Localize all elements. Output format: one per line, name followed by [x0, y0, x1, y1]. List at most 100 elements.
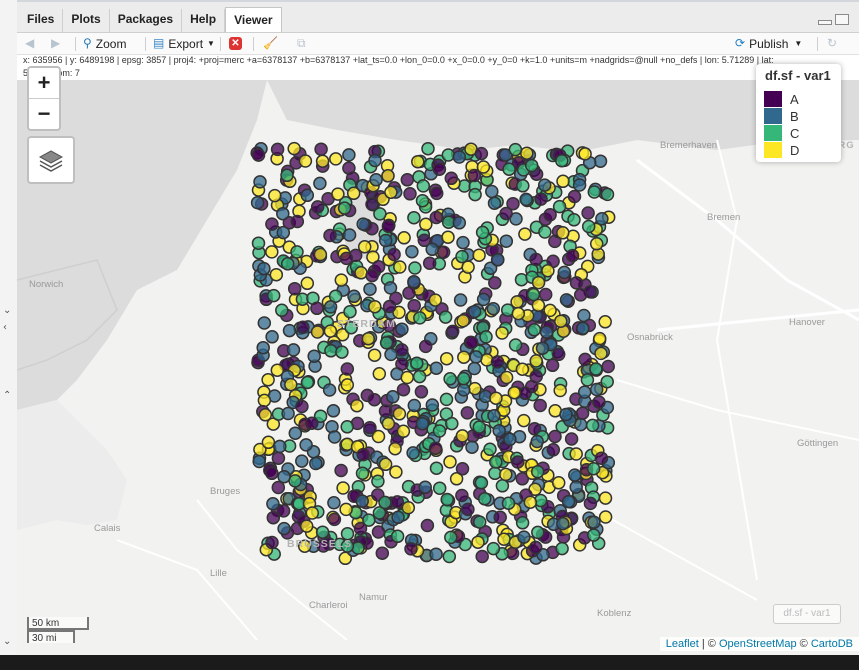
map-point[interactable]	[432, 162, 447, 176]
map-point[interactable]	[592, 331, 607, 346]
map-point[interactable]	[368, 153, 382, 168]
map-point[interactable]	[511, 455, 525, 469]
map-point[interactable]	[555, 541, 569, 556]
map-point[interactable]	[412, 369, 427, 384]
map-point[interactable]	[508, 142, 523, 157]
map-point[interactable]	[282, 323, 297, 338]
map-point[interactable]	[287, 281, 302, 296]
map-point[interactable]	[587, 515, 601, 530]
map-point[interactable]	[487, 196, 502, 210]
map-point[interactable]	[421, 141, 435, 156]
map-point[interactable]	[578, 352, 592, 367]
map-point[interactable]	[475, 549, 489, 564]
map-point[interactable]	[499, 206, 513, 221]
map-point[interactable]	[529, 354, 543, 368]
tab-help[interactable]: Help	[182, 9, 226, 32]
map-point[interactable]	[573, 288, 588, 302]
map-point[interactable]	[384, 347, 398, 362]
map-point[interactable]	[598, 315, 612, 329]
map-point[interactable]	[432, 481, 447, 495]
map-point[interactable]	[401, 500, 416, 515]
map-point[interactable]	[429, 461, 444, 475]
map-point[interactable]	[386, 390, 400, 404]
map-point[interactable]	[295, 454, 309, 468]
map-point[interactable]	[324, 344, 338, 358]
map-point[interactable]	[407, 274, 421, 289]
map-point[interactable]	[408, 261, 422, 275]
map-point[interactable]	[543, 303, 557, 318]
map-point[interactable]	[410, 356, 424, 370]
map-point[interactable]	[472, 515, 487, 529]
map-point[interactable]	[443, 372, 457, 386]
map-point[interactable]	[389, 465, 403, 479]
map-point[interactable]	[343, 304, 357, 319]
map-point[interactable]	[355, 494, 369, 508]
map-point[interactable]	[598, 510, 613, 524]
map-point[interactable]	[334, 463, 348, 478]
map-point[interactable]	[444, 171, 459, 186]
map-point[interactable]	[429, 547, 443, 561]
map-point[interactable]	[265, 330, 279, 344]
maximize-pane-button[interactable]	[835, 14, 849, 25]
map-point[interactable]	[465, 440, 479, 454]
map-point[interactable]	[575, 406, 590, 420]
leaflet-link[interactable]: Leaflet	[666, 638, 699, 650]
map-point[interactable]	[400, 370, 414, 385]
map-point[interactable]	[347, 289, 361, 304]
tab-files[interactable]: Files	[19, 9, 64, 32]
map-point[interactable]	[414, 385, 429, 399]
map-point[interactable]	[271, 480, 286, 495]
map-point[interactable]	[445, 416, 459, 431]
map-point[interactable]	[250, 195, 265, 210]
map-point[interactable]	[486, 301, 501, 316]
tab-packages[interactable]: Packages	[110, 9, 183, 32]
map-point[interactable]	[357, 240, 372, 254]
map-point[interactable]	[251, 148, 266, 162]
map-point[interactable]	[441, 230, 455, 244]
map-point[interactable]	[499, 234, 514, 248]
map-point[interactable]	[569, 447, 583, 461]
map-point[interactable]	[425, 398, 440, 412]
map-point[interactable]	[527, 323, 542, 337]
tab-plots[interactable]: Plots	[63, 9, 110, 32]
map-point[interactable]	[257, 393, 272, 408]
map-point[interactable]	[378, 495, 392, 510]
map-point[interactable]	[432, 424, 447, 438]
map-point[interactable]	[288, 426, 303, 440]
map-point[interactable]	[269, 267, 284, 282]
map-point[interactable]	[425, 242, 439, 257]
map-point[interactable]	[403, 187, 417, 201]
map-point[interactable]	[489, 391, 503, 405]
map-point[interactable]	[556, 174, 570, 189]
map-point[interactable]	[365, 268, 379, 283]
map-point[interactable]	[491, 252, 505, 267]
map-point[interactable]	[383, 281, 398, 295]
map-point[interactable]	[323, 300, 338, 314]
back-arrow-icon[interactable]: ◀	[25, 35, 38, 52]
map-point[interactable]	[474, 476, 489, 490]
map-point[interactable]	[342, 148, 356, 162]
map-point[interactable]	[492, 423, 506, 438]
map-point[interactable]	[327, 512, 342, 527]
tab-viewer[interactable]: Viewer	[225, 7, 282, 32]
map-point[interactable]	[390, 495, 405, 509]
map-point[interactable]	[288, 474, 302, 488]
map-point[interactable]	[280, 257, 295, 271]
map-point[interactable]	[305, 506, 320, 520]
map-point[interactable]	[387, 247, 401, 262]
map-point[interactable]	[442, 549, 457, 564]
map-point[interactable]	[468, 381, 482, 396]
map-point[interactable]	[396, 382, 411, 397]
map-point[interactable]	[477, 492, 492, 506]
map-point[interactable]	[577, 385, 592, 399]
map-point[interactable]	[253, 175, 267, 189]
map-point[interactable]	[323, 324, 338, 338]
map-point[interactable]	[299, 438, 313, 452]
map-point[interactable]	[391, 510, 405, 525]
map-point[interactable]	[286, 343, 301, 357]
map-point[interactable]	[392, 407, 407, 421]
map-point[interactable]	[373, 207, 387, 221]
map-point[interactable]	[531, 525, 545, 540]
map-point[interactable]	[436, 245, 451, 259]
map-point[interactable]	[467, 304, 482, 319]
